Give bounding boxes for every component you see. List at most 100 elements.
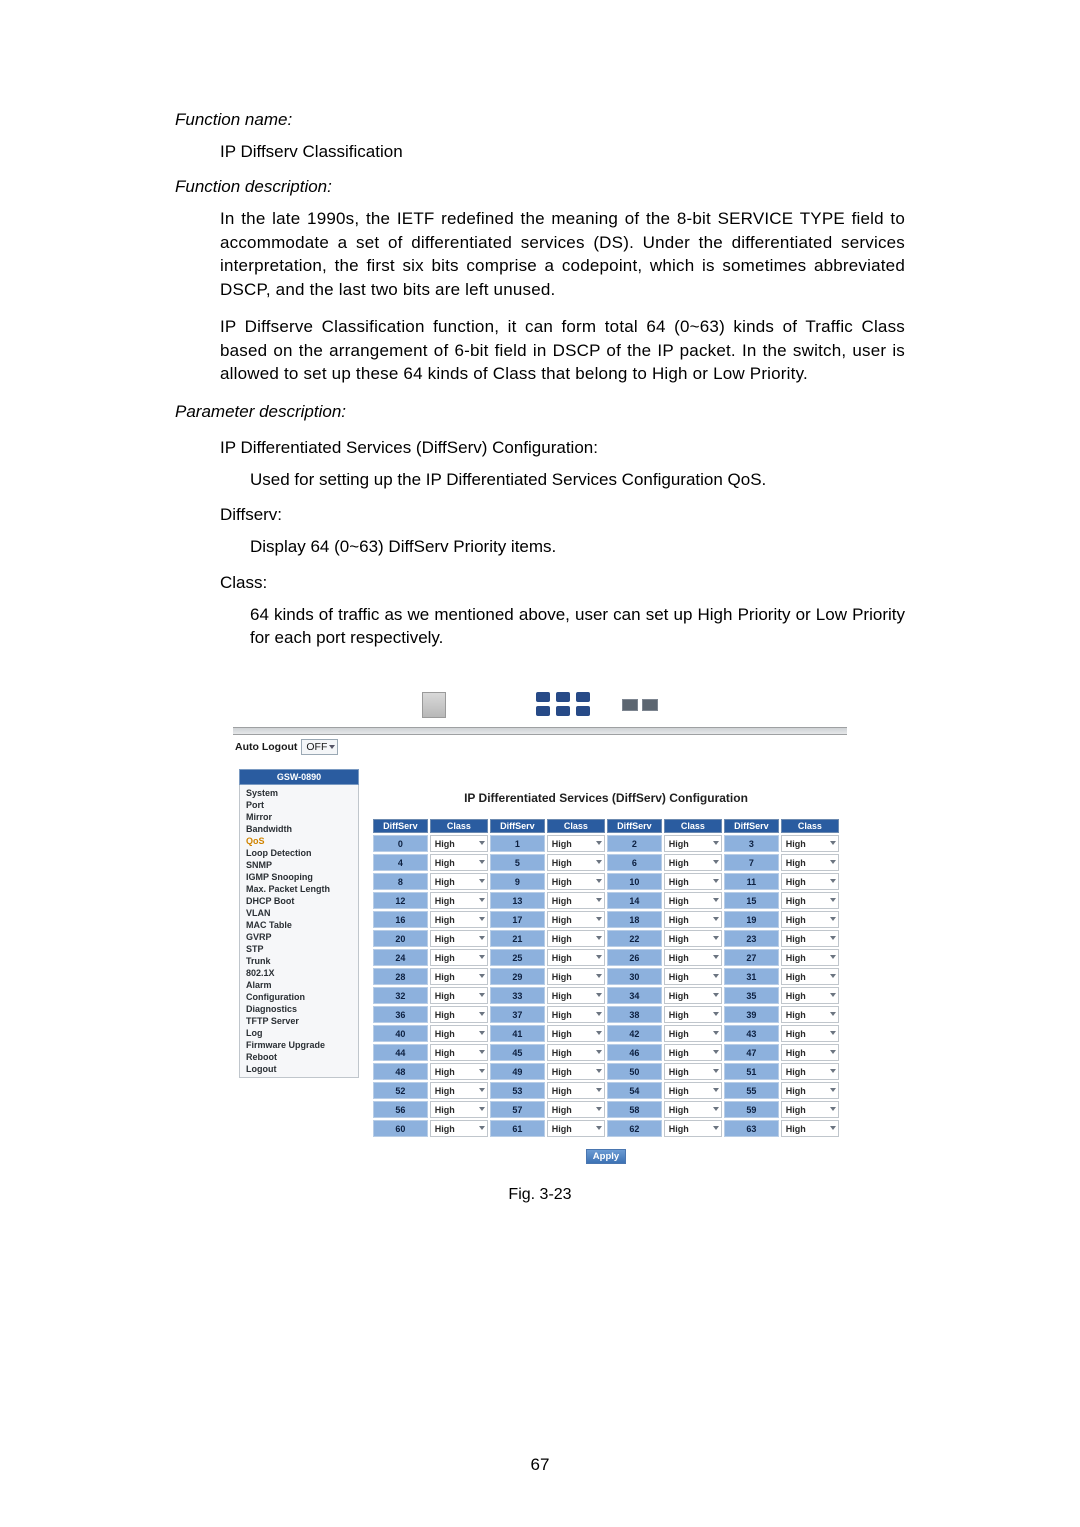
class-select[interactable]: High bbox=[781, 1044, 839, 1061]
class-select[interactable]: High bbox=[547, 930, 605, 947]
class-select[interactable]: High bbox=[430, 949, 488, 966]
embedded-screenshot: Auto Logout OFF GSW-0890 SystemPortMirro… bbox=[233, 683, 847, 1172]
class-select[interactable]: High bbox=[781, 911, 839, 928]
sidebar: GSW-0890 SystemPortMirrorBandwidthQoSLoo… bbox=[239, 769, 359, 1078]
class-select[interactable]: High bbox=[664, 1082, 722, 1099]
class-select[interactable]: High bbox=[664, 835, 722, 852]
class-select[interactable]: High bbox=[430, 873, 488, 890]
class-select[interactable]: High bbox=[430, 892, 488, 909]
class-select[interactable]: High bbox=[664, 1044, 722, 1061]
class-select[interactable]: High bbox=[781, 968, 839, 985]
sidebar-item[interactable]: Loop Detection bbox=[240, 847, 358, 859]
class-select[interactable]: High bbox=[664, 968, 722, 985]
apply-button[interactable]: Apply bbox=[586, 1149, 626, 1164]
class-select[interactable]: High bbox=[547, 1063, 605, 1080]
sidebar-item[interactable]: Bandwidth bbox=[240, 823, 358, 835]
sidebar-item[interactable]: Port bbox=[240, 799, 358, 811]
diffserv-index: 58 bbox=[607, 1101, 662, 1118]
table-row: 44High45High46High47High bbox=[373, 1044, 839, 1061]
sidebar-item[interactable]: QoS bbox=[240, 835, 358, 847]
class-select[interactable]: High bbox=[547, 1101, 605, 1118]
class-select[interactable]: High bbox=[781, 1120, 839, 1137]
sidebar-item[interactable]: Mirror bbox=[240, 811, 358, 823]
sidebar-item[interactable]: Max. Packet Length bbox=[240, 883, 358, 895]
class-select[interactable]: High bbox=[430, 1101, 488, 1118]
sidebar-item[interactable]: Log bbox=[240, 1027, 358, 1039]
class-select[interactable]: High bbox=[430, 835, 488, 852]
sidebar-item[interactable]: DHCP Boot bbox=[240, 895, 358, 907]
class-select[interactable]: High bbox=[547, 892, 605, 909]
class-select[interactable]: High bbox=[781, 873, 839, 890]
class-select[interactable]: High bbox=[781, 1006, 839, 1023]
class-select[interactable]: High bbox=[781, 1063, 839, 1080]
class-select[interactable]: High bbox=[781, 987, 839, 1004]
class-select[interactable]: High bbox=[664, 873, 722, 890]
class-select[interactable]: High bbox=[547, 854, 605, 871]
class-select[interactable]: High bbox=[430, 1044, 488, 1061]
class-select[interactable]: High bbox=[430, 911, 488, 928]
class-select[interactable]: High bbox=[547, 873, 605, 890]
table-row: 48High49High50High51High bbox=[373, 1063, 839, 1080]
class-select[interactable]: High bbox=[547, 911, 605, 928]
diffserv-index: 7 bbox=[724, 854, 779, 871]
sidebar-item[interactable]: TFTP Server bbox=[240, 1015, 358, 1027]
class-select[interactable]: High bbox=[430, 930, 488, 947]
class-select[interactable]: High bbox=[430, 1082, 488, 1099]
sidebar-item[interactable]: 802.1X bbox=[240, 967, 358, 979]
sidebar-item[interactable]: Reboot bbox=[240, 1051, 358, 1063]
sidebar-item[interactable]: Firmware Upgrade bbox=[240, 1039, 358, 1051]
diffserv-index: 16 bbox=[373, 911, 428, 928]
class-select[interactable]: High bbox=[664, 1025, 722, 1042]
class-select[interactable]: High bbox=[781, 1082, 839, 1099]
sidebar-item[interactable]: Trunk bbox=[240, 955, 358, 967]
class-select[interactable]: High bbox=[664, 930, 722, 947]
sidebar-item[interactable]: IGMP Snooping bbox=[240, 871, 358, 883]
class-select[interactable]: High bbox=[547, 949, 605, 966]
class-select[interactable]: High bbox=[664, 949, 722, 966]
class-select[interactable]: High bbox=[430, 987, 488, 1004]
class-select[interactable]: High bbox=[664, 1063, 722, 1080]
class-select[interactable]: High bbox=[781, 835, 839, 852]
figure-caption: Fig. 3-23 bbox=[175, 1186, 905, 1204]
class-select[interactable]: High bbox=[664, 911, 722, 928]
table-header: DiffServ bbox=[724, 819, 779, 833]
sidebar-item[interactable]: SNMP bbox=[240, 859, 358, 871]
class-select[interactable]: High bbox=[547, 1082, 605, 1099]
class-select[interactable]: High bbox=[547, 1006, 605, 1023]
diffserv-table: DiffServClassDiffServClassDiffServClassD… bbox=[371, 817, 841, 1139]
sidebar-item[interactable]: STP bbox=[240, 943, 358, 955]
class-select[interactable]: High bbox=[664, 892, 722, 909]
sidebar-item[interactable]: MAC Table bbox=[240, 919, 358, 931]
class-select[interactable]: High bbox=[781, 892, 839, 909]
class-select[interactable]: High bbox=[547, 1120, 605, 1137]
class-select[interactable]: High bbox=[430, 1006, 488, 1023]
class-select[interactable]: High bbox=[664, 1120, 722, 1137]
class-select[interactable]: High bbox=[781, 854, 839, 871]
sidebar-item[interactable]: Logout bbox=[240, 1063, 358, 1075]
class-select[interactable]: High bbox=[664, 854, 722, 871]
class-select[interactable]: High bbox=[430, 854, 488, 871]
class-select[interactable]: High bbox=[781, 949, 839, 966]
class-select[interactable]: High bbox=[781, 1101, 839, 1118]
class-select[interactable]: High bbox=[547, 968, 605, 985]
class-select[interactable]: High bbox=[781, 1025, 839, 1042]
class-select[interactable]: High bbox=[547, 1044, 605, 1061]
class-select[interactable]: High bbox=[547, 987, 605, 1004]
class-select[interactable]: High bbox=[430, 1025, 488, 1042]
class-select[interactable]: High bbox=[547, 835, 605, 852]
sidebar-item[interactable]: VLAN bbox=[240, 907, 358, 919]
sidebar-item[interactable]: GVRP bbox=[240, 931, 358, 943]
sidebar-item[interactable]: System bbox=[240, 787, 358, 799]
class-select[interactable]: High bbox=[664, 1006, 722, 1023]
class-select[interactable]: High bbox=[664, 987, 722, 1004]
auto-logout-select[interactable]: OFF bbox=[301, 739, 338, 755]
class-select[interactable]: High bbox=[781, 930, 839, 947]
class-select[interactable]: High bbox=[664, 1101, 722, 1118]
class-select[interactable]: High bbox=[430, 1063, 488, 1080]
class-select[interactable]: High bbox=[547, 1025, 605, 1042]
sidebar-item[interactable]: Alarm bbox=[240, 979, 358, 991]
class-select[interactable]: High bbox=[430, 968, 488, 985]
sidebar-item[interactable]: Configuration bbox=[240, 991, 358, 1003]
sidebar-item[interactable]: Diagnostics bbox=[240, 1003, 358, 1015]
class-select[interactable]: High bbox=[430, 1120, 488, 1137]
